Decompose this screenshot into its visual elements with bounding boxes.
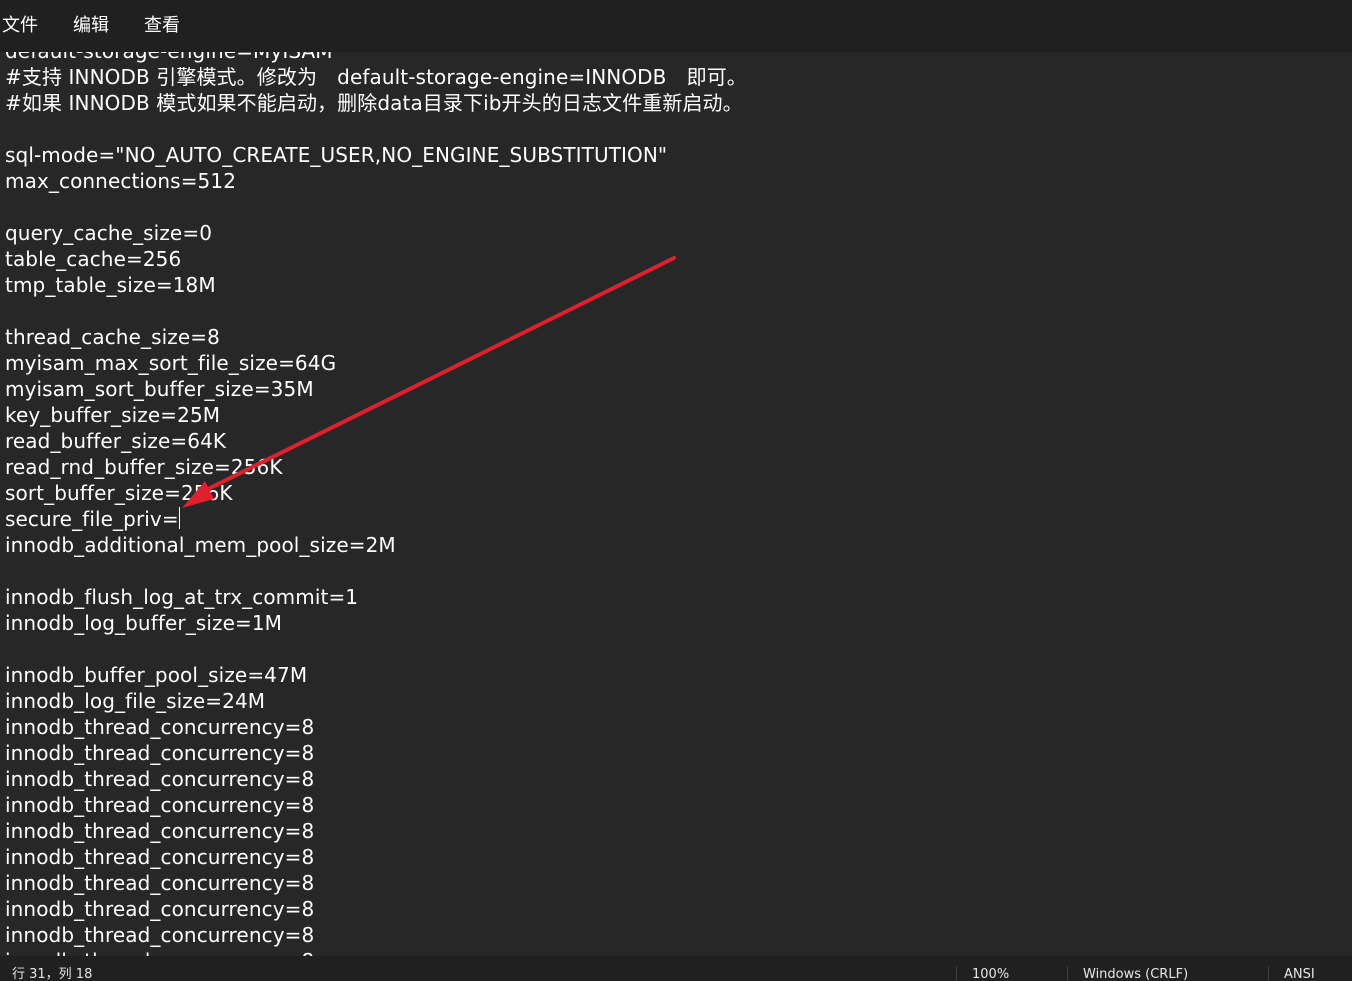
editor-line-22: innodb_flush_log_at_trx_commit=1 [5,585,359,609]
editor-line-26: innodb_log_file_size=24M [5,689,266,713]
editor-line-21 [0,558,1352,584]
editor-line-5: sql-mode="NO_AUTO_CREATE_USER,NO_ENGINE_… [5,143,668,167]
menu-bar: 文件 编辑 查看 [0,0,1352,52]
status-divider [1067,966,1068,981]
editor-line-16: read_buffer_size=64K [5,429,227,453]
editor-line-27: innodb_thread_concurrency=8 [5,715,315,739]
editor-line-23: innodb_log_buffer_size=1M [5,611,283,635]
editor-line-6: max_connections=512 [5,169,237,193]
status-divider [956,966,957,981]
editor-line-14: myisam_sort_buffer_size=35M [5,377,314,401]
editor-line-8: query_cache_size=0 [5,221,213,245]
editor-line-36: innodb_thread_concurrency=8 [0,948,1352,956]
status-divider [1268,966,1269,981]
notepad-window: 文件 编辑 查看 default-storage-engine=MyISAM #… [0,0,1352,981]
line-ending[interactable]: Windows (CRLF) [1083,968,1188,981]
zoom-level[interactable]: 100% [972,968,1009,981]
encoding[interactable]: ANSI [1284,968,1315,981]
editor-line-19: secure_file_priv= [0,506,1352,532]
editor-line-11 [0,298,1352,324]
editor-line-19-text: secure_file_priv= [5,507,179,531]
editor-lines: default-storage-engine=MyISAM #支持 INNODB… [0,38,1352,956]
editor-line-18: sort_buffer_size=256K [5,481,233,505]
status-bar: 行 31，列 18 100% Windows (CRLF) ANSI [0,956,1352,981]
editor-line-20: innodb_additional_mem_pool_size=2M [5,533,396,557]
editor-line-35: innodb_thread_concurrency=8 [5,923,315,947]
editor-line-4 [0,116,1352,142]
editor-line-13: myisam_max_sort_file_size=64G [5,351,337,375]
editor-line-28: innodb_thread_concurrency=8 [5,741,315,765]
menu-view[interactable]: 查看 [142,0,192,52]
editor-line-2: #支持 INNODB 引擎模式。修改为 default-storage-engi… [5,65,747,89]
menu-edit[interactable]: 编辑 [71,0,121,52]
editor-line-25: innodb_buffer_pool_size=47M [5,663,308,687]
editor-line-31: innodb_thread_concurrency=8 [5,819,315,843]
editor-line-34: innodb_thread_concurrency=8 [5,897,315,921]
editor-line-30: innodb_thread_concurrency=8 [5,793,315,817]
editor-line-17: read_rnd_buffer_size=256K [5,455,283,479]
cursor-position: 行 31，列 18 [12,967,93,981]
text-caret [178,507,180,529]
editor-line-10: tmp_table_size=18M [5,273,216,297]
editor-line-33: innodb_thread_concurrency=8 [5,871,315,895]
editor-line-29: innodb_thread_concurrency=8 [5,767,315,791]
menu-file[interactable]: 文件 [0,0,50,52]
editor-line-15: key_buffer_size=25M [5,403,221,427]
text-editor[interactable]: default-storage-engine=MyISAM #支持 INNODB… [0,38,1352,956]
editor-line-32: innodb_thread_concurrency=8 [5,845,315,869]
editor-line-12: thread_cache_size=8 [5,325,220,349]
editor-line-9: table_cache=256 [5,247,182,271]
editor-line-3: #如果 INNODB 模式如果不能启动，删除data目录下ib开头的日志文件重新… [5,91,743,115]
editor-line-24 [0,636,1352,662]
editor-line-7 [0,194,1352,220]
